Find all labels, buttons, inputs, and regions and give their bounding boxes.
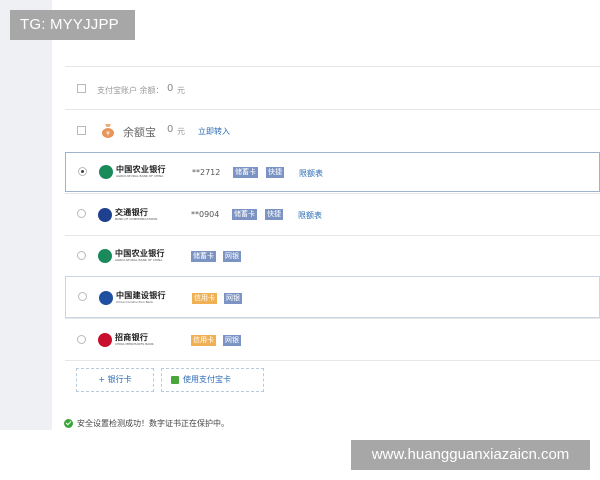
payment-mode-badge: 快捷 [265,209,283,220]
alipay-balance-unit: 元 [177,86,185,95]
ccb-bank-logo: 中国建设银行 China Construction Bank [99,290,173,306]
bank-radio[interactable] [78,167,87,176]
bocom-logo-icon [98,208,112,222]
bank-name-en: AGRICULTURAL BANK OF CHINA [115,258,163,262]
limit-table-link[interactable]: 限额表 [299,168,323,179]
list-bottom-divider [65,360,600,361]
alipay-balance-checkbox[interactable] [77,84,86,93]
yuebao-transfer-link[interactable]: 立即转入 [198,126,230,137]
bank-row[interactable]: 中国农业银行 AGRICULTURAL BANK OF CHINA 储蓄卡 网银 [65,235,600,276]
alipay-balance-label: 支付宝账户 余额： [97,86,164,95]
limit-table-link[interactable]: 限额表 [298,210,322,221]
abc-bank-logo: 中国农业银行 AGRICULTURAL BANK OF CHINA [98,248,172,264]
payment-mode-badge: 网银 [224,293,242,304]
bank-row[interactable]: 交通银行 BANK OF COMMUNICATIONS **0904 储蓄卡 快… [65,193,600,235]
bank-account-number: **0904 [191,210,220,219]
security-message: 安全设置检测成功！数字证书正在保护中。 [77,419,229,428]
yuebao-unit: 元 [177,127,185,136]
bank-name-en: AGRICULTURAL BANK OF CHINA [116,174,164,178]
yuebao-label: 余额宝 [123,126,156,139]
payment-mode-badge: 网银 [223,335,241,346]
bank-radio[interactable] [78,292,87,301]
payment-method-list: 支付宝账户 余额： 0 元 ¥ 余额宝 0 元 立即转入 中国农业银行 AGRI… [65,66,600,361]
bank-radio[interactable] [77,335,86,344]
add-bank-card-button[interactable]: + 银行卡 [76,368,154,392]
card-type-badge: 信用卡 [191,335,216,346]
alipay-card-icon [171,376,179,384]
bank-row[interactable]: 中国农业银行 AGRICULTURAL BANK OF CHINA **2712… [65,152,600,192]
payment-mode-badge: 网银 [223,251,241,262]
svg-text:¥: ¥ [106,131,110,138]
alipay-balance-amount: 0 [167,83,174,94]
abc-logo-icon [99,165,113,179]
payment-mode-badge: 快捷 [266,167,284,178]
money-bag-icon: ¥ [102,124,114,138]
left-sidebar-gutter [0,0,52,430]
cmb-logo-icon [98,333,112,347]
watermark-overlay: www.huangguanxiazaicn.com [351,440,590,470]
bocom-bank-logo: 交通银行 BANK OF COMMUNICATIONS [98,207,172,223]
cmb-bank-logo: 招商银行 CHINA MERCHANTS BANK [98,332,172,348]
card-type-badge: 储蓄卡 [233,167,258,178]
card-type-badge: 储蓄卡 [191,251,216,262]
card-type-badge: 信用卡 [192,293,217,304]
bank-name-en: China Construction Bank [116,300,154,304]
security-status: 安全设置检测成功！数字证书正在保护中。 [64,418,229,429]
bank-radio[interactable] [77,251,86,260]
yuebao-checkbox[interactable] [77,126,86,135]
tag-overlay-badge: TG: MYYJJPP [10,10,135,40]
alipay-balance-row: 支付宝账户 余额： 0 元 [65,66,600,109]
use-alipay-card-button[interactable]: 使用支付宝卡 [161,368,264,392]
abc-logo-icon [98,249,112,263]
bank-name-en: BANK OF COMMUNICATIONS [115,217,158,221]
card-type-badge: 储蓄卡 [232,209,257,220]
use-alipay-card-label: 使用支付宝卡 [183,375,231,384]
bank-row[interactable]: 中国建设银行 China Construction Bank 信用卡 网银 [65,276,600,318]
bank-row[interactable]: 招商银行 CHINA MERCHANTS BANK 信用卡 网银 [65,318,600,360]
yuebao-row: ¥ 余额宝 0 元 立即转入 [65,109,600,151]
abc-bank-logo: 中国农业银行 AGRICULTURAL BANK OF CHINA [99,164,173,180]
yuebao-amount: 0 [167,124,174,135]
bank-account-number: **2712 [192,168,221,177]
check-circle-icon [64,419,73,428]
bank-radio[interactable] [77,209,86,218]
ccb-logo-icon [99,291,113,305]
bank-name-en: CHINA MERCHANTS BANK [115,342,154,346]
